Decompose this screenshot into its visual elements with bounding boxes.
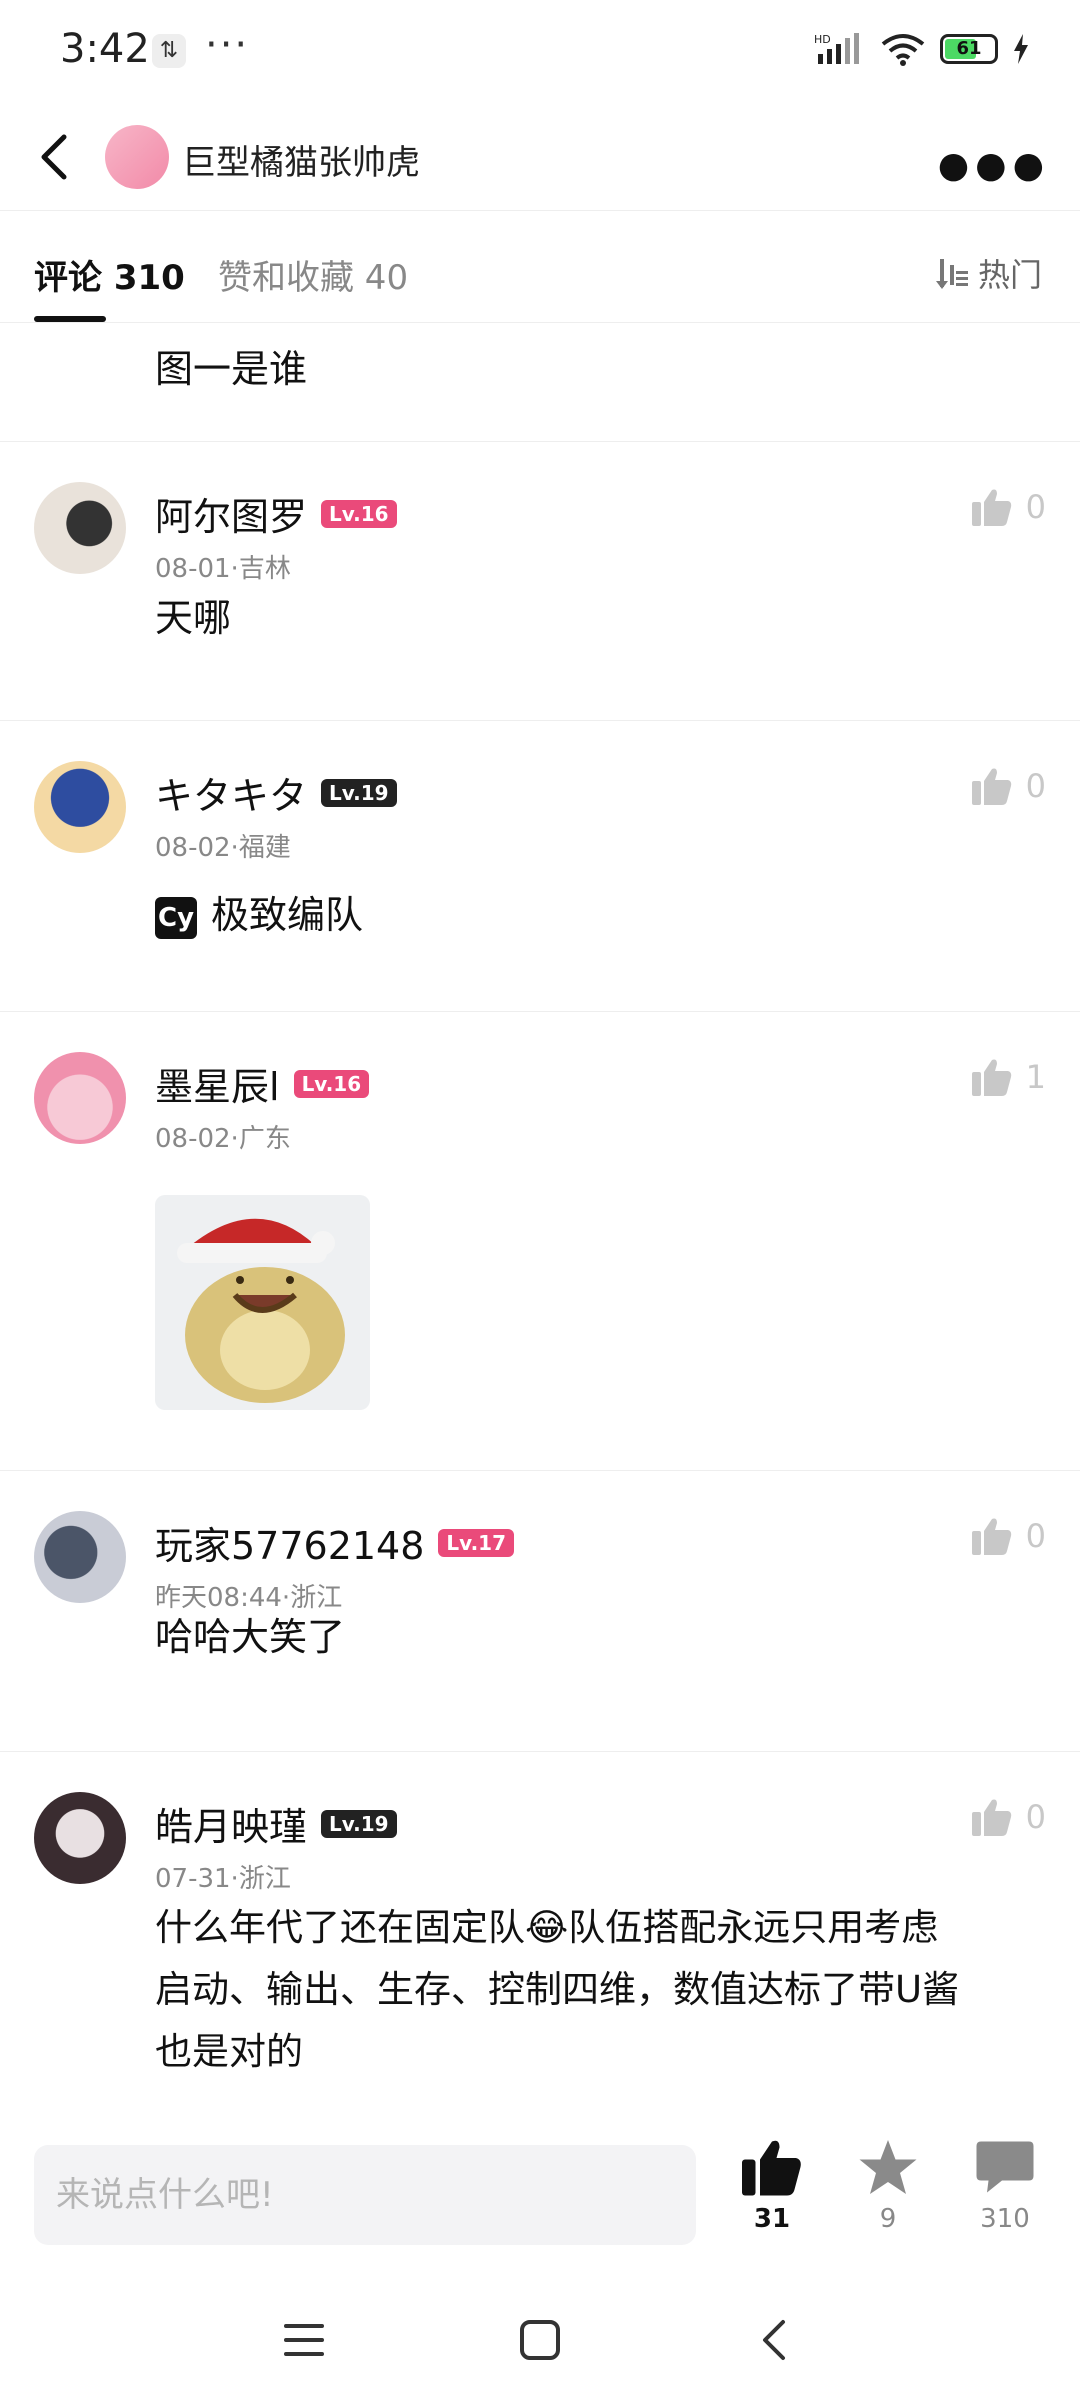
- battery-icon: 61: [940, 34, 998, 64]
- username-text: キタキタ: [155, 774, 308, 818]
- like-button[interactable]: 0: [971, 1517, 1046, 1555]
- comment-item[interactable]: キタキタ Lv.19 08-02·福建 0 Cy 极致编队: [0, 721, 1080, 1012]
- bottom-action-bar: 来说点什么吧! 31 9 310: [0, 2120, 1080, 2280]
- level-badge: Lv.16: [321, 499, 397, 528]
- author-avatar[interactable]: [105, 125, 169, 189]
- comment-image-sticker[interactable]: [155, 1195, 370, 1410]
- chat-bubble-icon: [976, 2141, 1034, 2193]
- comment-username[interactable]: 墨星辰l Lv.16: [155, 1056, 370, 1111]
- level-badge: Lv.19: [321, 778, 397, 807]
- comment-username[interactable]: 阿尔图罗 Lv.16: [155, 486, 397, 541]
- comment-text-body: 极致编队: [211, 893, 364, 937]
- like-count: 0: [1025, 767, 1046, 805]
- user-avatar[interactable]: [34, 1792, 126, 1884]
- more-notifications-icon: ···: [205, 22, 250, 68]
- home-icon[interactable]: [510, 2310, 570, 2370]
- comment-text: Cy 极致编队: [155, 889, 363, 941]
- star-icon: [859, 2140, 917, 2194]
- comment-username[interactable]: キタキタ Lv.19: [155, 765, 397, 820]
- like-count: 0: [1025, 1798, 1046, 1836]
- post-like-count: 31: [753, 2204, 791, 2234]
- level-badge: Lv.16: [293, 1069, 370, 1098]
- signal-icon: HD: [814, 33, 859, 64]
- notification-icon: ⇅: [152, 34, 186, 68]
- username-text: 阿尔图罗: [155, 495, 308, 539]
- username-text: 皓月映瑾: [155, 1805, 308, 1849]
- comment-meta: 08-02·广东: [155, 1124, 291, 1154]
- thumbs-up-icon: [971, 1059, 1011, 1096]
- menu-icon[interactable]: [274, 2310, 334, 2370]
- comment-text-line: 也是对的: [155, 2030, 303, 2073]
- like-button[interactable]: 0: [971, 767, 1046, 805]
- cy-emoji-icon: Cy: [155, 896, 197, 939]
- favorite-count: 9: [879, 2204, 897, 2234]
- comment-item[interactable]: 阿尔图罗 Lv.16 08-01·吉林 0 天哪: [0, 442, 1080, 721]
- thumbs-up-icon: [742, 2140, 801, 2196]
- sort-button[interactable]: 热门: [934, 250, 1042, 296]
- more-options-button[interactable]: ●●●: [938, 145, 1050, 186]
- user-avatar[interactable]: [34, 482, 126, 574]
- top-header: 巨型橘猫张帅虎 ●●●: [0, 105, 1080, 211]
- like-button[interactable]: 1: [971, 1058, 1046, 1096]
- comment-text-line: 启动、输出、生存、控制四维，数值达标了带U酱: [155, 1968, 960, 2011]
- comment-count: 310: [980, 2204, 1030, 2234]
- sort-icon: [935, 259, 968, 289]
- tab-comments[interactable]: 评论 310: [34, 250, 185, 299]
- post-like-button[interactable]: 31: [727, 2138, 817, 2234]
- back-nav-icon[interactable]: [745, 2310, 805, 2370]
- favorite-button[interactable]: 9: [843, 2138, 933, 2234]
- like-button[interactable]: 0: [971, 488, 1046, 526]
- like-count: 1: [1025, 1058, 1046, 1096]
- comment-list: 图一是谁 阿尔图罗 Lv.16 08-01·吉林 0 天哪 キタキタ Lv.19…: [0, 323, 1080, 2132]
- tab-likes-favorites[interactable]: 赞和收藏 40: [218, 250, 408, 299]
- like-button[interactable]: 0: [971, 1798, 1046, 1836]
- thumbs-up-icon: [971, 1518, 1011, 1555]
- comment-meta: 07-31·浙江: [155, 1864, 291, 1894]
- comment-text-line: 什么年代了还在固定队😂队伍搭配永远只用考虑: [155, 1906, 939, 1949]
- comment-input[interactable]: 来说点什么吧!: [34, 2145, 696, 2245]
- tab-bar: 评论 310 赞和收藏 40 热门: [0, 210, 1080, 323]
- comment-text: 图一是谁: [155, 347, 308, 391]
- user-avatar[interactable]: [34, 761, 126, 853]
- comment-text: 哈哈大笑了: [155, 1615, 346, 1659]
- thumbs-up-icon: [971, 1799, 1011, 1836]
- status-bar: 3:42 ⇅ ··· HD 61: [0, 0, 1080, 105]
- thumbs-up-icon: [971, 489, 1011, 526]
- svg-text:HD: HD: [814, 33, 831, 46]
- comment-username[interactable]: 皓月映瑾 Lv.19: [155, 1796, 397, 1851]
- comment-text: 什么年代了还在固定队😂队伍搭配永远只用考虑 启动、输出、生存、控制四维，数值达标…: [155, 1897, 959, 2083]
- comment-text: 天哪: [155, 596, 232, 640]
- wifi-icon: [881, 34, 925, 66]
- system-nav-bar: [0, 2280, 1080, 2400]
- back-button[interactable]: [30, 127, 80, 187]
- sort-label: 热门: [977, 256, 1042, 294]
- comment-item[interactable]: 皓月映瑾 Lv.19 07-31·浙江 0 什么年代了还在固定队😂队伍搭配永远只…: [0, 1752, 1080, 2132]
- comment-meta: 08-02·福建: [155, 833, 291, 863]
- comment-meta: 08-01·吉林: [155, 554, 291, 584]
- battery-level: 61: [956, 38, 982, 59]
- status-time: 3:42: [60, 26, 150, 72]
- comment-item-partial[interactable]: 图一是谁: [0, 323, 1080, 442]
- username-text: 玩家57762148: [155, 1524, 425, 1568]
- page-title[interactable]: 巨型橘猫张帅虎: [182, 135, 420, 184]
- username-text: 墨星辰l: [155, 1065, 280, 1109]
- user-avatar[interactable]: [34, 1052, 126, 1144]
- thumbs-up-icon: [971, 768, 1011, 805]
- level-badge: Lv.19: [321, 1809, 397, 1838]
- level-badge: Lv.17: [438, 1528, 515, 1557]
- comment-username[interactable]: 玩家57762148 Lv.17: [155, 1515, 515, 1570]
- charging-icon: [1014, 34, 1028, 64]
- like-count: 0: [1025, 1517, 1046, 1555]
- active-tab-indicator: [34, 316, 106, 322]
- comment-item[interactable]: 玩家57762148 Lv.17 昨天08:44·浙江 0 哈哈大笑了: [0, 1471, 1080, 1752]
- user-avatar[interactable]: [34, 1511, 126, 1603]
- comment-meta: 昨天08:44·浙江: [155, 1583, 343, 1613]
- comments-button[interactable]: 310: [960, 2138, 1050, 2234]
- status-icons: HD 61: [814, 32, 1030, 66]
- like-count: 0: [1025, 488, 1046, 526]
- comment-item[interactable]: 墨星辰l Lv.16 08-02·广东 1: [0, 1012, 1080, 1471]
